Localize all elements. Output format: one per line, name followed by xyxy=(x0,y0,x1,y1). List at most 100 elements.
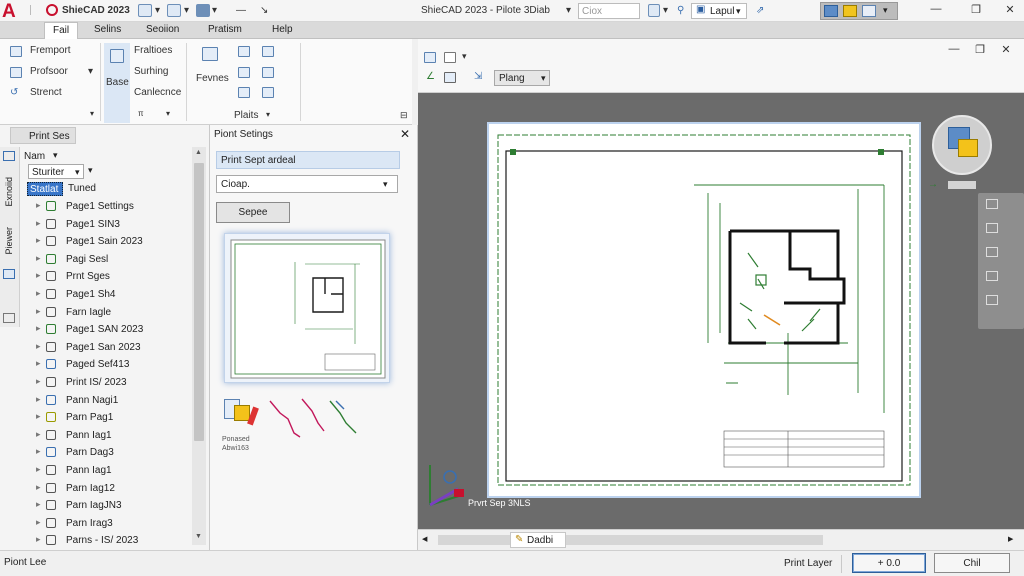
redo-icon[interactable]: ↘ xyxy=(260,5,268,16)
expand-icon[interactable]: ▸ xyxy=(36,464,41,475)
tree-item[interactable]: ▸ Page1 Settings xyxy=(36,198,201,215)
chevron-down-icon[interactable]: ▾ xyxy=(883,5,888,16)
plot-icon[interactable] xyxy=(262,46,274,57)
expand-icon[interactable]: ▸ xyxy=(36,394,41,405)
tree-item[interactable]: ▸ Paged Sef413 xyxy=(36,356,201,373)
plot-icon[interactable] xyxy=(238,67,250,78)
view-dropdown[interactable]: Sturiter ▾ xyxy=(28,164,84,179)
close-icon[interactable]: ✕ xyxy=(1000,3,1020,19)
expand-icon[interactable]: ▸ xyxy=(36,341,41,352)
qat-dropdown-icon[interactable]: ▾ xyxy=(155,5,160,16)
pen-icon[interactable]: ∠ xyxy=(426,71,435,82)
undo-icon[interactable]: — xyxy=(236,5,246,16)
tree-header-selected[interactable]: Statlat xyxy=(27,182,63,196)
scroll-left-icon[interactable]: ◀ xyxy=(422,535,427,543)
more-icon[interactable]: π xyxy=(138,109,144,118)
ok-button[interactable]: + 0.0 xyxy=(852,553,926,573)
ribbon-struct[interactable]: Strenct xyxy=(30,87,62,98)
tree-item[interactable]: ▸ Parn Irag3 xyxy=(36,515,201,532)
tree-item[interactable]: ▸ Pagi Sesl xyxy=(36,251,201,268)
viewcube-icon[interactable] xyxy=(932,115,992,175)
tree-item[interactable]: ▸ Farn Iagle xyxy=(36,304,201,321)
expand-icon[interactable]: ▸ xyxy=(36,218,41,229)
chevron-down-icon[interactable]: ▾ xyxy=(90,109,94,118)
expand-icon[interactable]: ▸ xyxy=(36,323,41,334)
chevron-down-icon[interactable]: ▾ xyxy=(266,110,270,119)
chevron-down-icon[interactable]: ▾ xyxy=(53,150,58,161)
ribbon-conference[interactable]: Canlecnce xyxy=(134,87,181,98)
chevron-down-icon[interactable]: ▾ xyxy=(462,51,467,62)
struct-icon[interactable]: ↺ xyxy=(10,87,18,98)
chevron-down-icon[interactable]: ▾ xyxy=(166,109,170,118)
printer-dropdown[interactable]: Cioap. ▾ xyxy=(216,175,398,193)
tree-item[interactable]: ▸ Parn IagJN3 xyxy=(36,497,201,514)
scroll-right-icon[interactable]: ▶ xyxy=(1008,535,1013,543)
tree-scrollbar[interactable]: ▲ ▼ xyxy=(192,147,206,545)
close-icon[interactable]: ✕ xyxy=(400,127,410,141)
plot-icon[interactable] xyxy=(238,87,250,98)
search-dropdown-icon[interactable]: ▾ xyxy=(663,5,668,16)
layout-select[interactable]: ▣ Lapul ▾ xyxy=(691,3,747,19)
layout-thumbnail-icon[interactable] xyxy=(222,397,260,431)
plot-icon[interactable] xyxy=(262,87,274,98)
tree-item[interactable]: ▸ Parn Dag3 xyxy=(36,444,201,461)
expand-icon[interactable]: ▸ xyxy=(36,429,41,440)
tab-selins[interactable]: Selins xyxy=(86,22,129,39)
showmotion-icon[interactable] xyxy=(986,295,998,305)
plot-icon[interactable] xyxy=(262,67,274,78)
chevron-down-icon[interactable]: ▾ xyxy=(88,165,93,176)
tool-icon[interactable] xyxy=(3,151,15,161)
expand-icon[interactable]: ▸ xyxy=(36,253,41,264)
folder-icon[interactable] xyxy=(843,5,857,17)
pan-icon[interactable] xyxy=(986,199,998,209)
sheet-preview[interactable] xyxy=(224,233,390,383)
minimize-icon[interactable]: — xyxy=(926,3,946,19)
viewcube-label[interactable] xyxy=(948,181,976,189)
ribbon-import[interactable]: Fremport xyxy=(30,45,71,56)
tool-icon[interactable] xyxy=(424,52,436,63)
frames-icon[interactable] xyxy=(202,47,218,61)
qat-dropdown-icon[interactable]: ▾ xyxy=(184,5,189,16)
tab-seoiion[interactable]: Seoiion xyxy=(138,22,187,39)
layout-tab[interactable]: ✎ Dadbi xyxy=(510,532,566,548)
expand-icon[interactable]: ▸ xyxy=(36,270,41,281)
expand-icon[interactable]: ▸ xyxy=(36,288,41,299)
qat-dropdown-icon[interactable]: ▾ xyxy=(212,5,217,16)
tree-item[interactable]: ▸ Page1 SIN3 xyxy=(36,216,201,233)
expand-icon[interactable]: ▸ xyxy=(36,200,41,211)
expand-icon[interactable]: ▸ xyxy=(36,534,41,545)
drawing-canvas[interactable]: Prvrt Sep 3NLS → xyxy=(418,93,1024,529)
import-icon[interactable] xyxy=(10,46,22,57)
expand-icon[interactable]: ▸ xyxy=(36,306,41,317)
plot-icon[interactable] xyxy=(238,46,250,57)
expand-icon[interactable]: ▸ xyxy=(36,411,41,422)
expand-icon[interactable]: ▸ xyxy=(36,517,41,528)
search-input[interactable]: Ciox xyxy=(578,3,640,19)
zoom-icon[interactable] xyxy=(986,223,998,233)
setup-button[interactable]: Sepee xyxy=(216,202,290,223)
scroll-down-icon[interactable]: ▼ xyxy=(195,533,202,540)
maximize-icon[interactable]: ❐ xyxy=(966,3,986,19)
tree-item[interactable]: ▸ Page1 Sh4 xyxy=(36,286,201,303)
base-button[interactable]: Base xyxy=(104,43,130,123)
expand-icon[interactable]: ▸ xyxy=(36,376,41,387)
tree-item[interactable]: ▸ Parns - IS/ 2023 xyxy=(36,532,201,549)
view-select[interactable]: Plang ▾ xyxy=(494,70,550,86)
qat-plot-icon[interactable] xyxy=(196,4,210,17)
tree-item[interactable]: ▸ Parn Iag12 xyxy=(36,480,201,497)
expand-icon[interactable]: ▸ xyxy=(36,482,41,493)
viewport-maximize-icon[interactable]: ❐ xyxy=(970,43,990,59)
profile-icon[interactable] xyxy=(10,67,22,78)
tool-icon[interactable] xyxy=(444,52,456,63)
cancel-button[interactable]: Chil xyxy=(934,553,1010,573)
qat-save-icon[interactable] xyxy=(167,4,181,17)
expand-icon[interactable]: ▸ xyxy=(36,235,41,246)
viewport-close-icon[interactable]: ✕ xyxy=(996,43,1016,59)
search-icon[interactable]: ⚲ xyxy=(677,5,684,16)
tab-help[interactable]: Help xyxy=(264,22,301,39)
expand-icon[interactable]: ▸ xyxy=(36,358,41,369)
tree-item[interactable]: ▸ Print IS/ 2023 xyxy=(36,374,201,391)
tree-item[interactable]: ▸ Pann Iag1 xyxy=(36,427,201,444)
binoculars-icon[interactable] xyxy=(648,4,660,17)
tree-item[interactable]: ▸ Pann Nagi1 xyxy=(36,392,201,409)
